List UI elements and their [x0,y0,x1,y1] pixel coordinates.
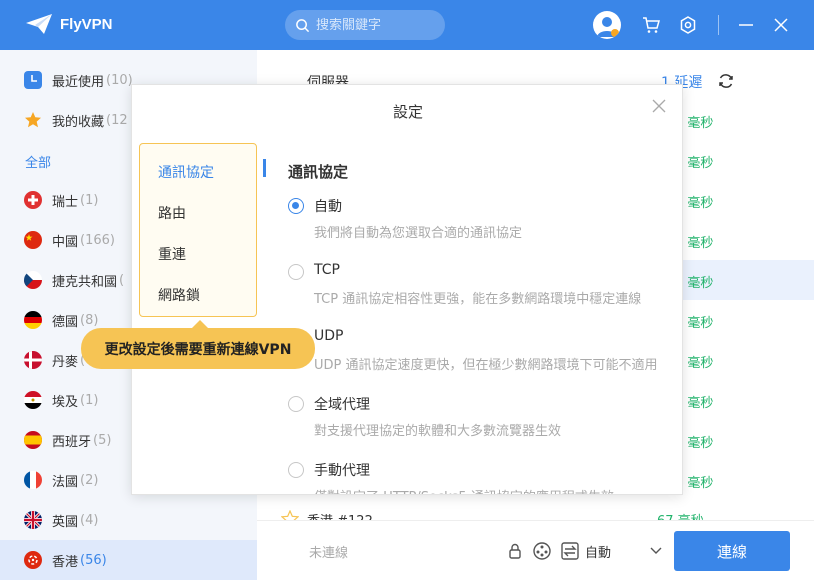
chevron-down-icon[interactable] [649,543,663,557]
sidebar-item-label: 埃及 [52,394,79,410]
dialog-title: 設定 [392,103,423,121]
settings-nav: 通訊協定 路由 重連 網路鎖 [139,143,257,317]
sidebar-item-label: 瑞士 [52,194,79,210]
sidebar-item-count: (4) [80,512,99,528]
sidebar-item-label: 中國 [52,234,79,250]
gear-icon [680,16,696,34]
sidebar-item-label: 西班牙 [52,434,92,450]
section-title: 通訊協定 [288,163,349,181]
lock-icon[interactable] [505,541,525,561]
radio-button[interactable] [288,264,304,280]
sidebar-item-count: (10) [106,72,133,88]
egypt-flag-icon [24,391,42,409]
sidebar-item-count: (166) [80,232,115,248]
close-icon [774,18,788,32]
sidebar-item-count: (8) [80,312,99,328]
settings-button[interactable] [675,12,701,38]
sidebar-item-label: 法國 [52,474,79,490]
section-indicator [263,159,266,177]
connect-button[interactable]: 連線 [674,531,790,571]
option-description: TCP 通訊協定相容性更強，能在多數網路環境中穩定連線 [314,292,642,307]
title-bar-divider [718,15,719,35]
sidebar-item-label: 我的收藏 [52,114,105,130]
option-description: UDP 通訊協定速度更快，但在極少數網路環境下可能不適用 [314,358,658,373]
connection-bar: 未連線 自動 連線 [257,520,814,580]
clock-icon [24,71,42,89]
cart-button[interactable] [638,12,664,38]
option-label: UDP [314,328,344,344]
title-bar: FlyVPN [0,0,814,50]
sidebar-item-label: 最近使用 [52,74,105,90]
option-label: 全域代理 [314,397,370,413]
denmark-flag-icon [24,351,42,369]
mode-select[interactable]: 自動 [585,542,611,561]
close-icon[interactable] [650,97,668,115]
france-flag-icon [24,471,42,489]
sidebar-item-count: (1) [80,392,99,408]
sidebar-item-count: ( [119,272,125,288]
sidebar-item-label: 德國 [52,314,79,330]
settings-nav-routing[interactable]: 路由 [158,203,186,223]
sidebar-item-count: (2) [80,472,99,488]
radio-button[interactable] [288,462,304,478]
network-icon[interactable] [532,541,552,561]
search-box[interactable] [285,10,445,40]
app-name: FlyVPN [60,15,113,33]
sidebar-item-hong-kong[interactable]: 香港 (56) [0,540,257,580]
sidebar-item-count: (12 [106,112,128,128]
swiss-flag-icon [24,191,42,209]
option-label: 自動 [314,199,342,215]
search-input[interactable] [316,17,436,33]
settings-nav-reconnect[interactable]: 重連 [158,244,186,264]
hong-kong-flag-icon [24,551,42,569]
star-icon [24,111,42,129]
sidebar-item-label: 英國 [52,514,79,530]
settings-dialog: 設定 通訊協定 路由 重連 網路鎖 通訊協定 自動 我們將自動為您選取合適的通訊… [131,84,683,495]
sidebar-item-count: (5) [93,432,112,448]
refresh-icon[interactable] [717,72,735,90]
switch-protocol-icon[interactable] [560,541,580,561]
germany-flag-icon [24,311,42,329]
spain-flag-icon [24,431,42,449]
sidebar-item-label: 香港 [52,554,79,570]
option-label: 手動代理 [314,463,370,479]
sidebar-item-count: (56) [80,552,107,568]
option-description: 僅對設定了 HTTP/Socks5 通訊協定的應用程式生效 [314,486,614,494]
china-flag-icon [24,231,42,249]
sidebar-item-label: 捷克共和國 [52,274,118,290]
user-icon [597,17,619,37]
minimize-icon [739,24,753,26]
radio-button[interactable] [288,198,304,214]
option-label: TCP [314,262,340,278]
cart-icon [643,17,660,33]
user-avatar[interactable] [593,11,621,39]
czech-flag-icon [24,271,42,289]
connection-status: 未連線 [309,546,349,561]
uk-flag-icon [24,511,42,529]
search-icon [296,18,310,32]
sidebar-item-label: 丹麥 [52,354,79,370]
option-description: 對支援代理協定的軟體和大多數流覽器生效 [314,424,562,439]
minimize-button[interactable] [733,12,759,38]
close-window-button[interactable] [768,12,794,38]
settings-nav-protocol[interactable]: 通訊協定 [158,162,214,182]
app-logo: FlyVPN [24,12,113,36]
sidebar-item-count: (1) [80,192,99,208]
sidebar-section-all[interactable]: 全部 [25,152,51,171]
settings-nav-network-lock[interactable]: 網路鎖 [158,285,200,305]
radio-button[interactable] [288,396,304,412]
option-description: 我們將自動為您選取合適的通訊協定 [314,226,523,241]
paper-plane-icon [26,14,52,34]
sidebar-item-uk[interactable]: 英國 (4) [0,500,257,540]
reconnect-tooltip: 更改設定後需要重新連線VPN [81,328,315,369]
